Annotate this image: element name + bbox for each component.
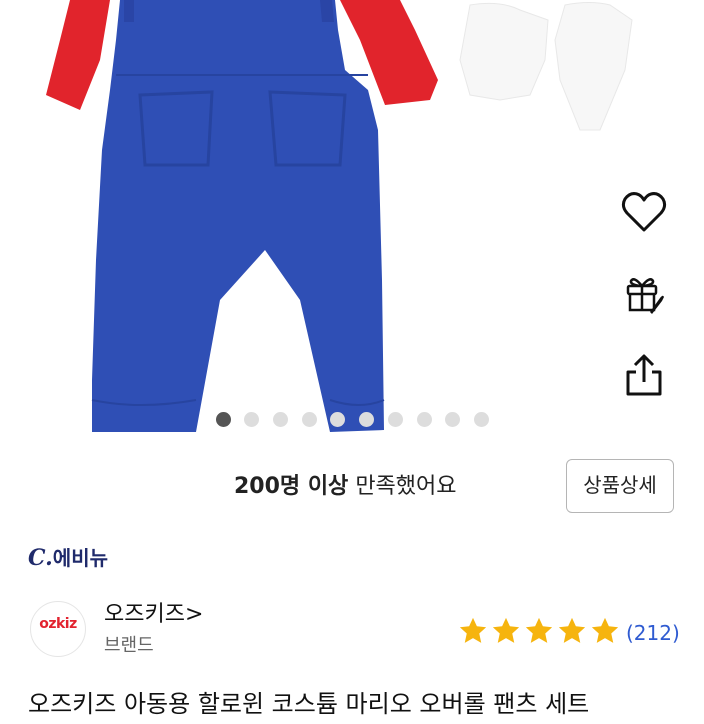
star-icon [492, 617, 520, 643]
carousel-dot[interactable] [388, 412, 403, 427]
satisfaction-count: 200명 이상 [234, 474, 349, 499]
product-title: 오즈키즈 아동용 할로윈 코스튬 마리오 오버롤 팬츠 세트 [28, 690, 590, 718]
carousel-dot[interactable] [330, 412, 345, 427]
gift-icon[interactable] [618, 268, 670, 320]
seller-logo-mark: C. [28, 545, 53, 571]
star-icon [558, 617, 586, 643]
carousel-dot[interactable] [417, 412, 432, 427]
satisfaction-text: 200명 이상 만족했어요 [234, 470, 457, 504]
costume-illustration [46, 0, 633, 432]
carousel-dot[interactable] [445, 412, 460, 427]
carousel-dot[interactable] [474, 412, 489, 427]
brand-name: 오즈키즈 [104, 602, 185, 627]
seller-logo-name: 에비뉴 [52, 546, 108, 570]
product-image[interactable] [0, 0, 704, 448]
carousel-indicator[interactable] [0, 412, 704, 428]
product-detail-button[interactable]: 상품상세 [566, 459, 674, 513]
satisfaction-suffix: 만족했어요 [355, 474, 457, 499]
brand-link[interactable]: 오즈키즈> [104, 598, 203, 632]
carousel-dot[interactable] [302, 412, 317, 427]
heart-icon[interactable] [618, 186, 670, 238]
star-icon [591, 617, 619, 643]
carousel-dot[interactable] [273, 412, 288, 427]
share-icon[interactable] [618, 350, 670, 402]
star-icon [525, 617, 553, 643]
brand-avatar-logo: ozkiz [39, 616, 77, 632]
carousel-dot-active[interactable] [216, 412, 231, 427]
carousel-dot[interactable] [244, 412, 259, 427]
review-count-link[interactable]: (212) [626, 619, 680, 647]
chevron-right-icon: > [184, 602, 204, 627]
brand-sub-label: 브랜드 [104, 635, 154, 656]
carousel-dot[interactable] [359, 412, 374, 427]
star-icon [459, 617, 487, 643]
seller-logo[interactable]: C.에비뉴 [28, 541, 108, 575]
